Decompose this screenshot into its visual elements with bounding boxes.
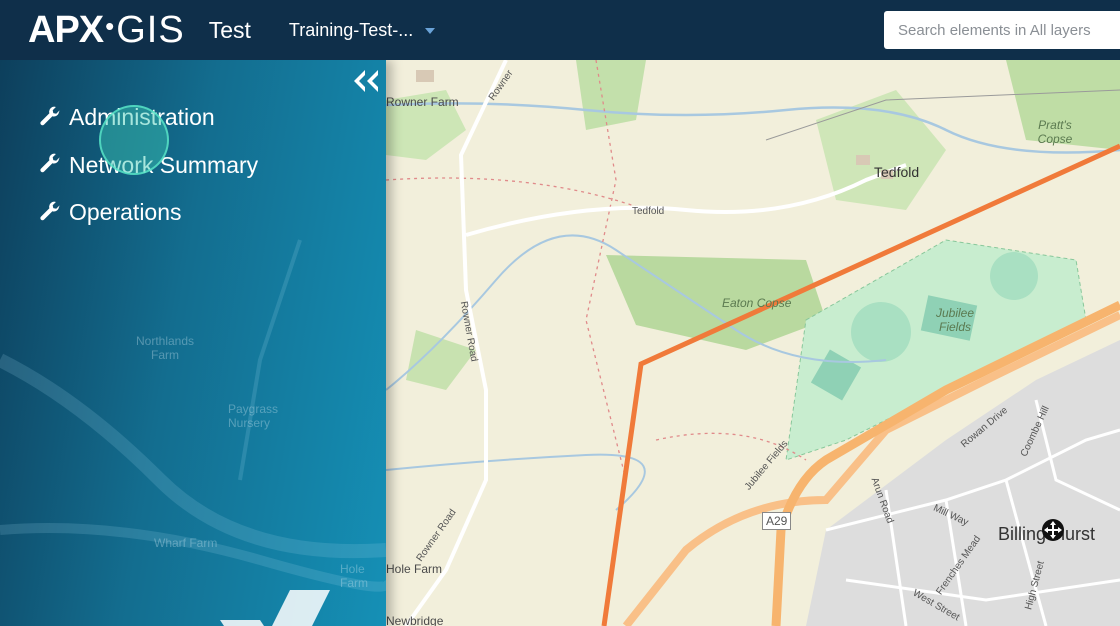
- building: [416, 70, 434, 82]
- map-label-a29: A29: [762, 512, 792, 530]
- pitch-circle: [990, 252, 1038, 300]
- map-canvas[interactable]: Rowner Farm Rowner Tedfold Tedfold Pratt…: [386, 60, 1120, 626]
- move-crosshair-icon[interactable]: [1041, 518, 1065, 542]
- double-chevron-left-icon[interactable]: [352, 68, 380, 99]
- project-dropdown[interactable]: Training-Test-...: [288, 19, 436, 41]
- logo-gis-text: GIS: [116, 8, 185, 51]
- wrench-icon: [40, 201, 60, 220]
- sidebar-item-label: Operations: [69, 199, 182, 226]
- sidebar-item-operations[interactable]: Operations: [38, 189, 258, 237]
- apx-gis-logo[interactable]: APX • GIS: [28, 9, 185, 52]
- map-label-newbridge: Newbridge: [386, 614, 444, 626]
- stream: [386, 453, 646, 511]
- pitch-circle: [851, 302, 911, 362]
- map-label-rowner-farm: Rowner Farm: [386, 95, 459, 109]
- wrench-icon: [40, 153, 60, 173]
- search-input[interactable]: [884, 11, 1120, 49]
- ghost-label-paygrass: Paygrass Nursery: [228, 402, 279, 430]
- footpath: [386, 177, 647, 211]
- apx-watermark-logo: [220, 590, 330, 626]
- woodland-area: [576, 60, 646, 130]
- ghost-label-wharf-farm: Wharf Farm: [154, 536, 218, 550]
- ghost-label-hole-farm: Hole Farm: [340, 562, 368, 590]
- caret-down-icon: [425, 28, 436, 34]
- ghost-label-northlands: Northlands Farm: [135, 334, 195, 362]
- sidebar-panel: Northlands Farm Paygrass Nursery Wharf F…: [0, 60, 386, 626]
- building: [856, 155, 870, 165]
- map-label-hole-farm: Hole Farm: [386, 562, 443, 576]
- app-title: Test: [208, 16, 251, 43]
- map-label-tedfold: Tedfold: [874, 164, 920, 180]
- logo-dot: •: [105, 10, 115, 41]
- stream: [386, 102, 1120, 154]
- map-label-pratts-copse: Pratt's Copse: [1037, 118, 1073, 146]
- click-indicator: [99, 105, 169, 175]
- map-label-eaton-copse: Eaton Copse: [722, 296, 792, 310]
- project-dropdown-value: Training-Test-...: [288, 19, 414, 40]
- collapse-sidebar-button[interactable]: [352, 68, 380, 94]
- woodland-area: [606, 255, 826, 350]
- logo-apx-text: APX: [28, 8, 104, 51]
- wrench-icon: [40, 106, 60, 125]
- top-navigation-bar: APX • GIS Test Training-Test-...: [0, 0, 1120, 60]
- map-label-jubilee-fields: Jubilee Fields: [935, 306, 975, 334]
- map-label-tedfold-road: Tedfold: [632, 206, 665, 217]
